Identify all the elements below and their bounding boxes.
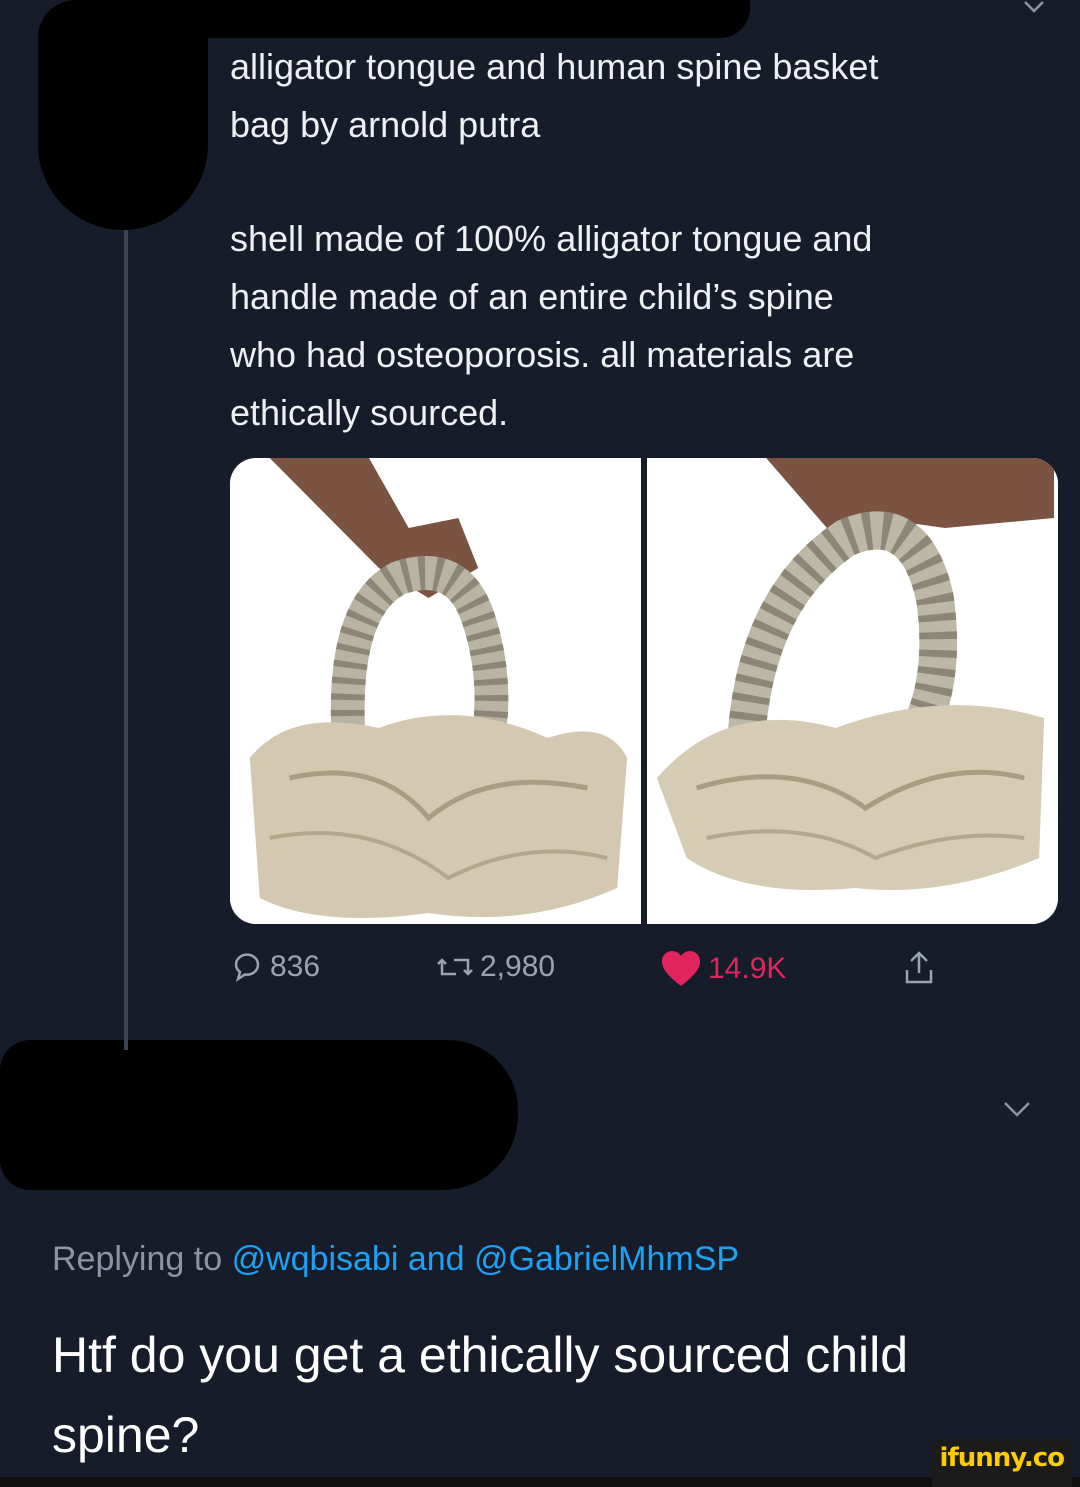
retweet-count: 2,980 — [480, 950, 556, 983]
redaction-top-name — [150, 0, 750, 38]
mention-link[interactable]: @wqbisabi — [232, 1240, 399, 1278]
replying-to: Replying to @wqbisabi and @GabrielMhmSP — [52, 1240, 739, 1279]
thread-line — [124, 230, 128, 1050]
media-photo-right[interactable] — [641, 458, 1058, 924]
tweet-text-line: ethically sourced. — [230, 392, 509, 433]
tweet-media[interactable] — [230, 458, 1058, 924]
chevron-down-icon[interactable] — [1002, 1100, 1032, 1118]
share-button[interactable] — [902, 950, 942, 986]
retweet-button[interactable]: 2,980 — [436, 950, 555, 984]
tweet-text-line: who had osteoporosis. all materials are — [230, 334, 855, 375]
reply-count: 836 — [270, 950, 321, 983]
mention-link[interactable]: @GabrielMhmSP — [474, 1240, 739, 1278]
bottom-bar — [0, 1477, 1080, 1487]
tweet-text-line: alligator tongue and human spine basket — [230, 46, 879, 87]
replying-to-label: Replying to — [52, 1240, 223, 1278]
media-photo-left[interactable] — [230, 458, 641, 924]
redaction-bottom-user — [0, 1040, 518, 1190]
retweet-icon — [437, 958, 473, 976]
reply-tweet-text: Htf do you get a ethically sourced child… — [52, 1327, 909, 1463]
tweet-text-line: handle made of an entire child’s spine — [230, 276, 834, 317]
share-icon — [905, 951, 933, 984]
reply-button[interactable]: 836 — [230, 950, 320, 984]
ifunny-watermark: ifunny.co — [931, 1439, 1072, 1487]
like-button[interactable]: 14.9K — [660, 950, 786, 988]
reply-icon — [234, 953, 260, 982]
heart-icon — [662, 951, 700, 986]
chevron-down-icon[interactable] — [1022, 0, 1046, 14]
replying-to-conjunction: and — [407, 1240, 465, 1278]
like-count: 14.9K — [708, 952, 787, 985]
tweet-actions: 836 2,980 14.9K — [230, 950, 1030, 1000]
tweet-text-line: bag by arnold putra — [230, 104, 541, 145]
tweet-text-line: shell made of 100% alligator tongue and — [230, 218, 873, 259]
